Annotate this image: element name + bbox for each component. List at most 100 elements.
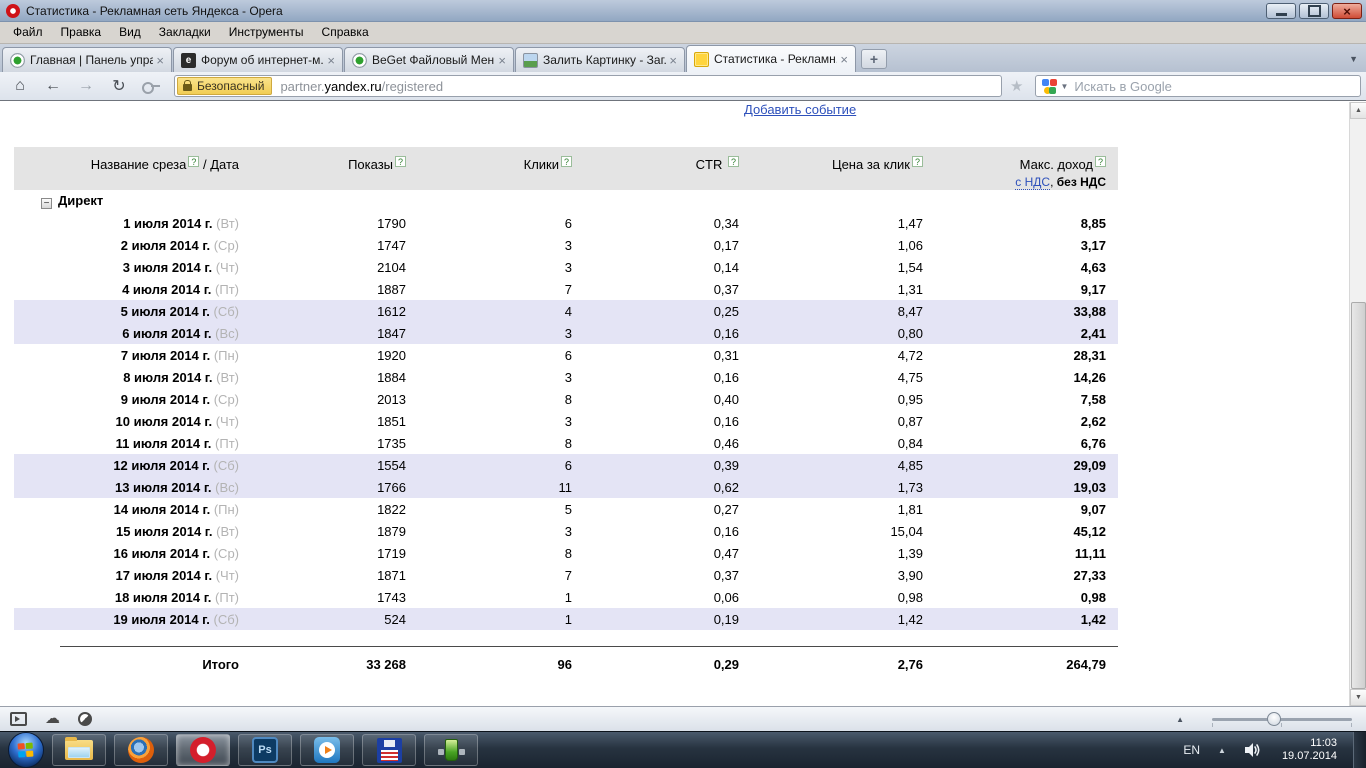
browser-tab[interactable]: BeGet Файловый Мен...× <box>344 47 514 72</box>
cell-clicks: 4 <box>406 300 572 322</box>
clock[interactable]: 11:03 19.07.2014 <box>1282 737 1337 763</box>
restore-button[interactable] <box>1299 3 1329 19</box>
tabs-overflow-icon[interactable]: ▼ <box>1349 54 1358 64</box>
browser-tab[interactable]: Главная | Панель упра...× <box>2 47 172 72</box>
cell-ctr: 0,39 <box>572 454 739 476</box>
help-icon[interactable]: ? <box>395 156 406 167</box>
cell-ctr: 0,16 <box>572 520 739 542</box>
cell-income: 4,63 <box>923 256 1118 278</box>
browser-tab[interactable]: eФорум об интернет-м...× <box>173 47 343 72</box>
browser-status-bar: ☁ ▲ <box>0 706 1366 731</box>
cell-income: 27,33 <box>923 564 1118 586</box>
column-header-slice-date: Название среза? / Дата <box>14 147 239 190</box>
cell-income: 45,12 <box>923 520 1118 542</box>
menu-bookmarks[interactable]: Закладки <box>150 22 220 43</box>
tab-close-icon[interactable]: × <box>324 53 338 68</box>
bookmark-star-icon[interactable]: ★ <box>1010 77 1023 95</box>
cell-date: 6 июля 2014 г. (Вс) <box>14 322 239 344</box>
menu-view[interactable]: Вид <box>110 22 150 43</box>
search-engine-caret-icon[interactable]: ▼ <box>1060 82 1068 91</box>
scroll-down-icon[interactable]: ▼ <box>1350 689 1366 706</box>
tab-close-icon[interactable]: × <box>666 53 680 68</box>
page-scrollbar[interactable]: ▲ ▼ <box>1349 102 1366 706</box>
beget-favicon <box>352 53 367 68</box>
menu-file[interactable]: Файл <box>4 22 52 43</box>
cell-cpc: 0,87 <box>739 410 923 432</box>
cell-cpc: 1,31 <box>739 278 923 300</box>
help-icon[interactable]: ? <box>728 156 739 167</box>
browser-tab[interactable]: Статистика - Рекламн...× <box>686 45 856 72</box>
cell-income: 28,31 <box>923 344 1118 366</box>
tab-close-icon[interactable]: × <box>495 53 509 68</box>
cell-shows: 1766 <box>239 476 406 498</box>
column-header-income: Макс. доход? с НДС, без НДС <box>923 147 1118 190</box>
address-bar[interactable]: Безопасный partner.yandex.ru/registered <box>174 75 1002 97</box>
back-icon[interactable]: ← <box>40 77 66 95</box>
cell-date: 1 июля 2014 г. (Вт) <box>14 212 239 234</box>
minimize-button[interactable] <box>1266 3 1296 19</box>
window-controls: × <box>1263 3 1362 19</box>
taskbar-photoshop-button[interactable]: Ps <box>238 734 292 766</box>
reload-icon[interactable]: ↻ <box>106 76 132 96</box>
opera-turbo-icon[interactable] <box>78 712 92 726</box>
browser-tab[interactable]: Залить Картинку - Заг...× <box>515 47 685 72</box>
google-icon <box>1042 79 1057 94</box>
close-button[interactable]: × <box>1332 3 1362 19</box>
collapse-icon[interactable]: − <box>41 198 52 209</box>
taskbar-floppy-button[interactable] <box>362 734 416 766</box>
cell-cpc: 1,42 <box>739 608 923 630</box>
show-desktop-button[interactable] <box>1353 732 1366 768</box>
total-cpc: 2,76 <box>739 648 923 680</box>
hidden-icons-arrow-icon[interactable]: ▲ <box>1218 746 1226 755</box>
url-text[interactable]: partner.yandex.ru/registered <box>280 79 443 94</box>
scroll-up-icon[interactable]: ▲ <box>1350 102 1366 119</box>
taskbar-opera-button[interactable] <box>176 734 230 766</box>
forward-icon[interactable]: → <box>73 77 99 95</box>
uploader-icon <box>445 739 458 761</box>
add-event-link[interactable]: Добавить событие <box>744 102 856 117</box>
language-indicator[interactable]: EN <box>1183 743 1200 757</box>
tab-close-icon[interactable]: × <box>837 52 851 67</box>
search-input[interactable] <box>1074 79 1354 94</box>
cell-shows: 524 <box>239 608 406 630</box>
image-favicon <box>523 53 538 68</box>
menu-edit[interactable]: Правка <box>52 22 111 43</box>
taskbar-mediaplayer-button[interactable] <box>300 734 354 766</box>
search-box[interactable]: ▼ <box>1035 75 1361 97</box>
cell-date: 14 июля 2014 г. (Пн) <box>14 498 239 520</box>
home-icon[interactable]: ⌂ <box>7 77 33 95</box>
cell-clicks: 7 <box>406 278 572 300</box>
password-key-icon[interactable] <box>142 81 162 91</box>
navigation-toolbar: ⌂ ← → ↻ Безопасный partner.yandex.ru/reg… <box>0 72 1366 101</box>
zoom-slider[interactable] <box>1212 718 1352 721</box>
opera-link-cloud-icon[interactable]: ☁ <box>45 709 60 729</box>
cell-ctr: 0,37 <box>572 278 739 300</box>
security-badge[interactable]: Безопасный <box>177 77 272 95</box>
taskbar-uploader-button[interactable] <box>424 734 478 766</box>
zoom-slider-thumb[interactable] <box>1267 712 1281 726</box>
window-title: Статистика - Рекламная сеть Яндекса - Op… <box>26 4 283 18</box>
start-button[interactable] <box>8 732 44 768</box>
tab-close-icon[interactable]: × <box>153 53 167 68</box>
new-tab-button[interactable]: + <box>861 49 887 69</box>
cell-cpc: 15,04 <box>739 520 923 542</box>
menu-help[interactable]: Справка <box>313 22 378 43</box>
volume-icon[interactable] <box>1244 742 1262 758</box>
zoom-menu-icon[interactable]: ▲ <box>1176 715 1184 724</box>
cell-clicks: 5 <box>406 498 572 520</box>
help-icon[interactable]: ? <box>1095 156 1106 167</box>
menu-tools[interactable]: Инструменты <box>220 22 313 43</box>
cell-shows: 1554 <box>239 454 406 476</box>
cell-income: 9,17 <box>923 278 1118 300</box>
taskbar-firefox-button[interactable] <box>114 734 168 766</box>
help-icon[interactable]: ? <box>912 156 923 167</box>
panels-toggle-icon[interactable] <box>10 712 27 726</box>
cell-shows: 1871 <box>239 564 406 586</box>
help-icon[interactable]: ? <box>188 156 199 167</box>
cell-shows: 1884 <box>239 366 406 388</box>
help-icon[interactable]: ? <box>561 156 572 167</box>
taskbar-explorer-button[interactable] <box>52 734 106 766</box>
vat-toggle-link[interactable]: с НДС <box>1015 175 1050 190</box>
scrollbar-thumb[interactable] <box>1351 302 1366 689</box>
cell-shows: 1743 <box>239 586 406 608</box>
